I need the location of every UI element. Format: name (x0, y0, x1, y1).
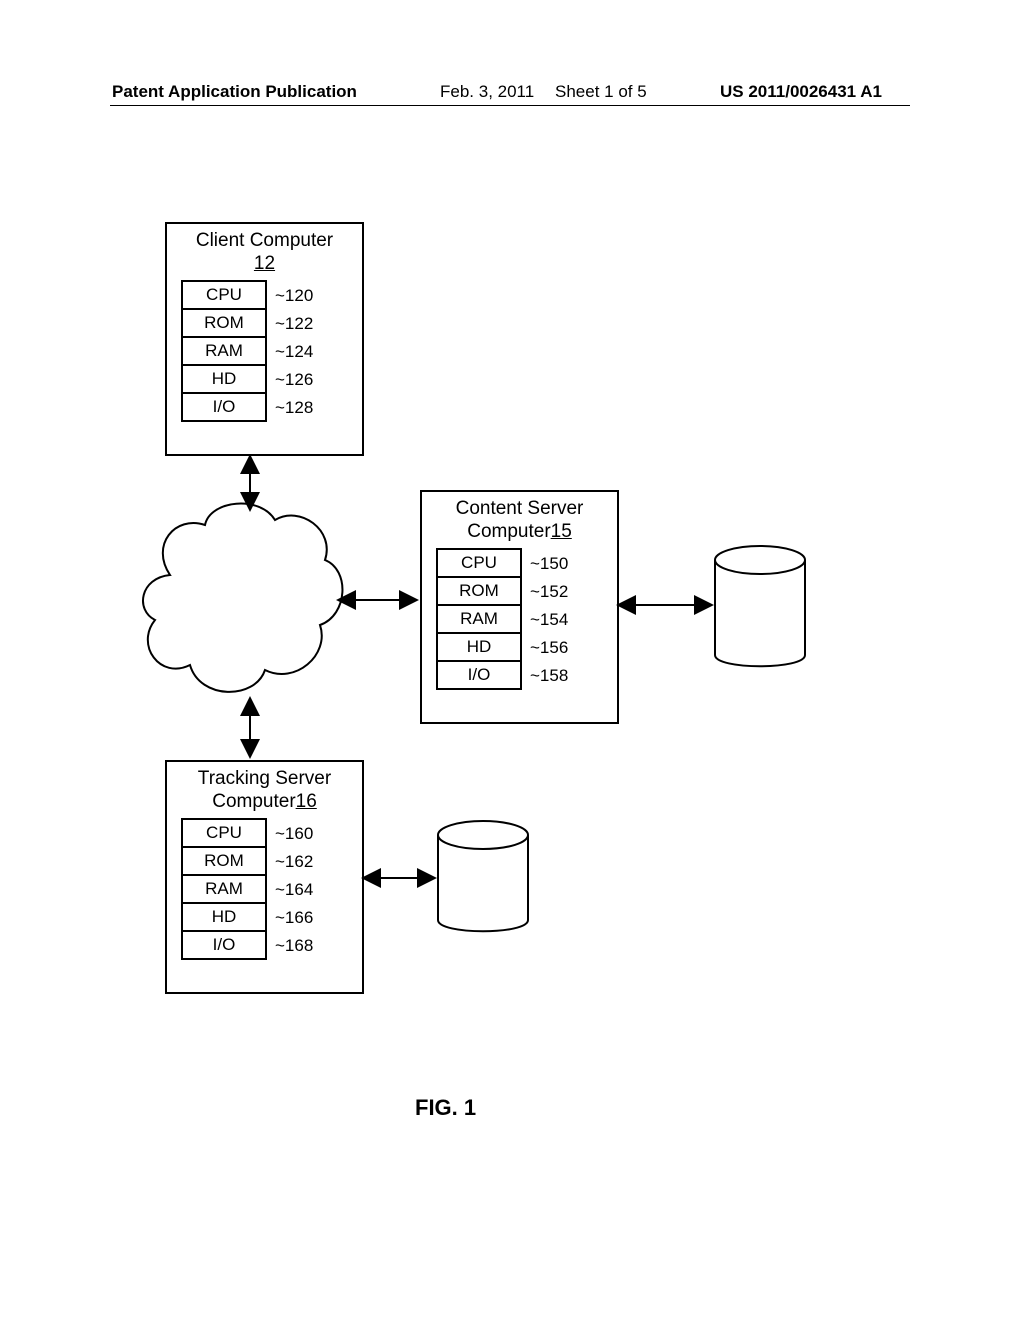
table-row: I/O ~168 (181, 932, 362, 960)
content-hd: HD (436, 632, 522, 662)
client-ref: 12 (254, 253, 275, 274)
client-cpu-ref: ~120 (275, 286, 313, 306)
content-title-line1: Content Server (456, 498, 584, 519)
content-ref: 15 (551, 521, 572, 542)
tracking-cpu-ref: ~160 (275, 824, 313, 844)
tracking-cpu: CPU (181, 818, 267, 848)
tracking-ram-ref: ~164 (275, 880, 313, 900)
header-rule (110, 105, 910, 106)
tracking-server-box: Tracking Server Computer16 CPU ~160 ROM … (165, 760, 364, 994)
content-ram: RAM (436, 604, 522, 634)
figure-caption: FIG. 1 (415, 1095, 476, 1121)
page: Patent Application Publication Feb. 3, 2… (0, 0, 1024, 1320)
table-row: RAM ~154 (436, 606, 617, 634)
tracking-hd: HD (181, 902, 267, 932)
tracking-title: Tracking Server Computer16 (167, 762, 362, 814)
table-row: CPU ~160 (181, 820, 362, 848)
content-rom: ROM (436, 576, 522, 606)
client-hd: HD (181, 364, 267, 394)
db-content-ref: 17 (750, 597, 771, 619)
table-row: CPU ~120 (181, 282, 362, 310)
tracking-io-ref: ~168 (275, 936, 313, 956)
header-pubno: US 2011/0026431 A1 (720, 82, 882, 102)
client-rom-ref: ~122 (275, 314, 313, 334)
client-io: I/O (181, 392, 267, 422)
client-ram: RAM (181, 336, 267, 366)
table-row: ROM ~122 (181, 310, 362, 338)
content-cpu-ref: ~150 (530, 554, 568, 574)
tracking-rom-ref: ~162 (275, 852, 313, 872)
table-row: I/O ~158 (436, 662, 617, 690)
table-row: RAM ~164 (181, 876, 362, 904)
cloud-ref: 14 (225, 592, 246, 614)
tracking-hd-ref: ~166 (275, 908, 313, 928)
client-computer-box: Client Computer 12 CPU ~120 ROM ~122 RAM… (165, 222, 364, 456)
client-hd-ref: ~126 (275, 370, 313, 390)
content-title-line2: Computer (467, 521, 550, 542)
content-title: Content Server Computer15 (422, 492, 617, 544)
header-left: Patent Application Publication (112, 82, 357, 102)
content-ram-ref: ~154 (530, 610, 568, 630)
db-tracking-ref: 18 (472, 870, 493, 892)
tracking-rom: ROM (181, 846, 267, 876)
table-row: I/O ~128 (181, 394, 362, 422)
header-date: Feb. 3, 2011 (440, 82, 534, 102)
table-row: ROM ~152 (436, 578, 617, 606)
tracking-io: I/O (181, 930, 267, 960)
tracking-title-line2: Computer (212, 791, 295, 812)
header-sheet: Sheet 1 of 5 (555, 82, 647, 102)
table-row: ROM ~162 (181, 848, 362, 876)
content-rows: CPU ~150 ROM ~152 RAM ~154 HD ~156 I/O ~… (436, 550, 617, 690)
content-rom-ref: ~152 (530, 582, 568, 602)
client-cpu: CPU (181, 280, 267, 310)
content-io-ref: ~158 (530, 666, 568, 686)
tracking-rows: CPU ~160 ROM ~162 RAM ~164 HD ~166 I/O ~… (181, 820, 362, 960)
client-rows: CPU ~120 ROM ~122 RAM ~124 HD ~126 I/O ~… (181, 282, 362, 422)
table-row: RAM ~124 (181, 338, 362, 366)
client-rom: ROM (181, 308, 267, 338)
client-io-ref: ~128 (275, 398, 313, 418)
table-row: HD ~156 (436, 634, 617, 662)
table-row: HD ~126 (181, 366, 362, 394)
content-server-box: Content Server Computer15 CPU ~150 ROM ~… (420, 490, 619, 724)
tracking-ref: 16 (296, 791, 317, 812)
tracking-ram: RAM (181, 874, 267, 904)
tracking-title-line1: Tracking Server (198, 768, 331, 789)
content-cpu: CPU (436, 548, 522, 578)
client-title-text: Client Computer (196, 230, 333, 251)
table-row: HD ~166 (181, 904, 362, 932)
content-io: I/O (436, 660, 522, 690)
content-hd-ref: ~156 (530, 638, 568, 658)
table-row: CPU ~150 (436, 550, 617, 578)
client-title: Client Computer 12 (167, 224, 362, 276)
client-ram-ref: ~124 (275, 342, 313, 362)
